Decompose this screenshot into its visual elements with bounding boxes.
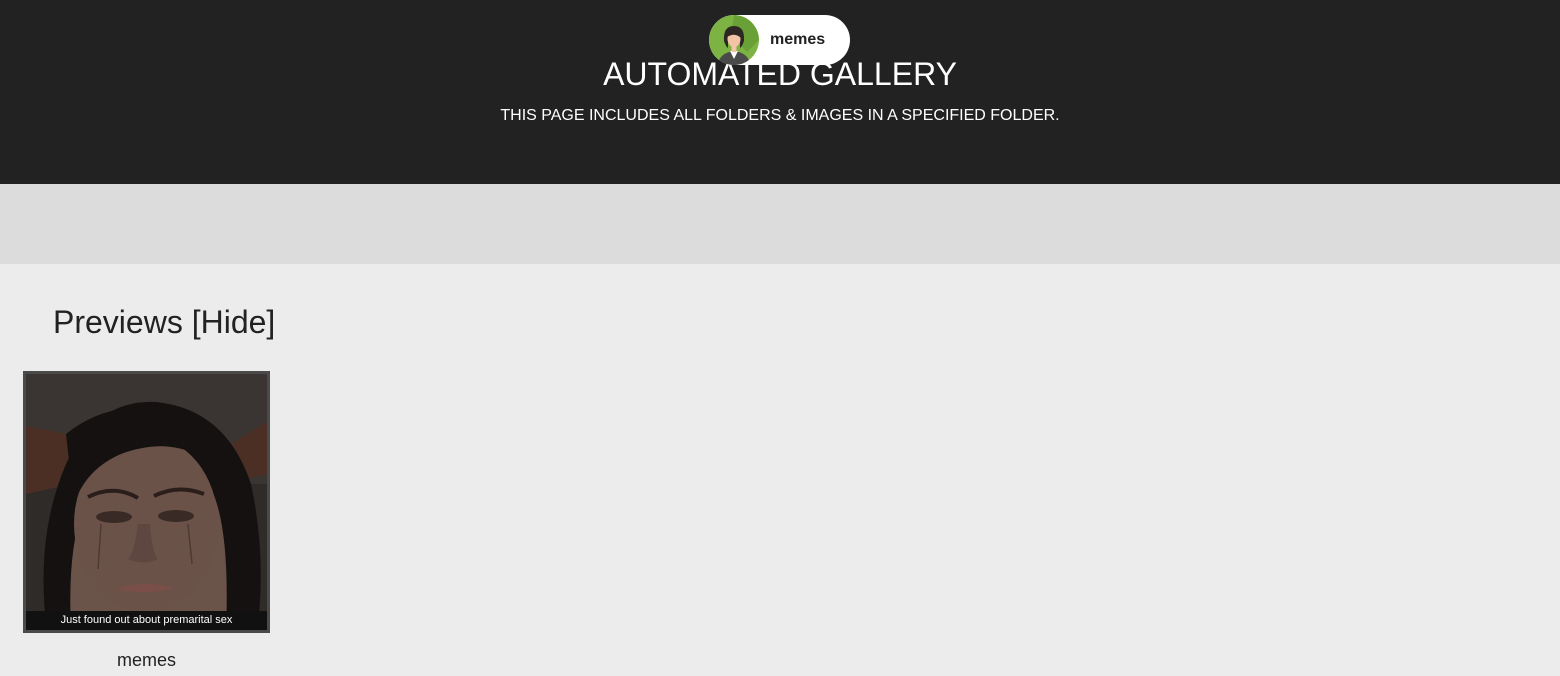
folder-chip-memes[interactable]: memes: [709, 15, 850, 65]
preview-label[interactable]: memes: [23, 650, 270, 670]
person-avatar-icon: [709, 15, 759, 65]
hide-previews-toggle[interactable]: [Hide]: [192, 304, 276, 340]
thumbnail-caption: Just found out about premarital sex: [26, 611, 267, 630]
previews-title: Previews: [53, 304, 183, 340]
preview-thumbnail[interactable]: Just found out about premarital sex: [23, 371, 270, 633]
folder-bar: [0, 184, 1560, 264]
previews-heading: Previews [Hide]: [53, 302, 275, 342]
page-subtitle: THIS PAGE INCLUDES ALL FOLDERS & IMAGES …: [500, 107, 1060, 124]
preview-card-memes[interactable]: Just found out about premarital sex meme…: [23, 371, 270, 670]
folder-chip-label: memes: [770, 31, 826, 48]
